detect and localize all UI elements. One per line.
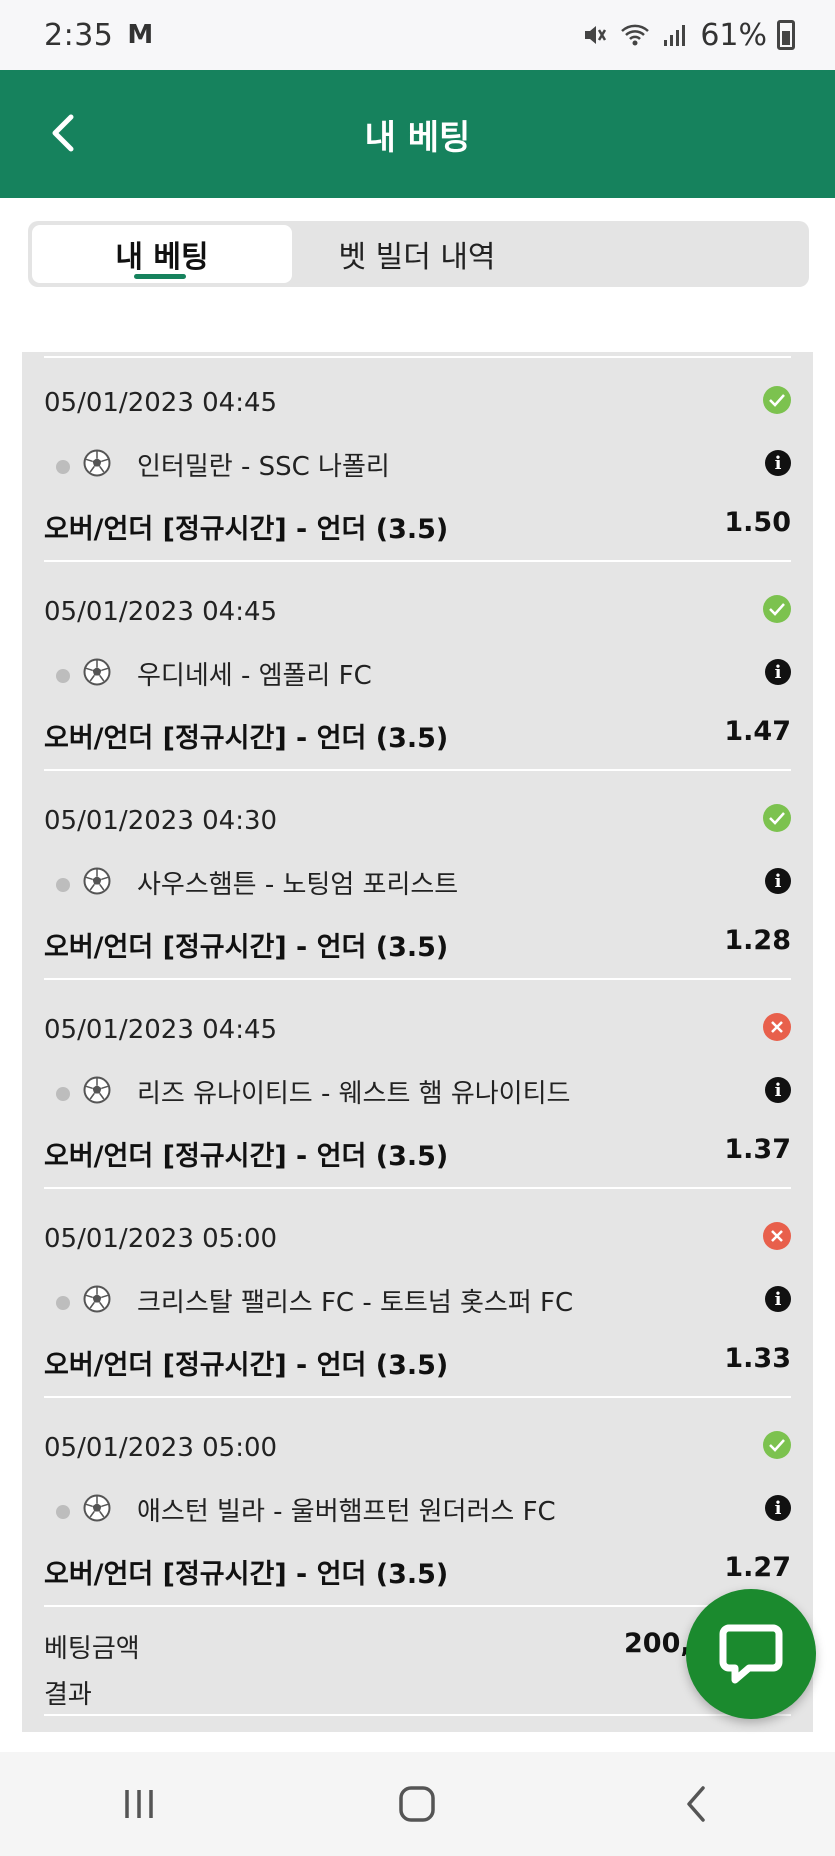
x-icon [763, 1013, 791, 1041]
system-back-button[interactable] [656, 1769, 736, 1839]
bet-odds: 1.33 [724, 1343, 791, 1374]
back-button[interactable] [40, 108, 84, 158]
bet-odds: 1.27 [724, 1552, 791, 1583]
bet-market: 오버/언더 [정규시간] - 언더 (3.5) [44, 514, 449, 545]
soccer-ball-icon [83, 1285, 111, 1313]
chat-bubble-icon [719, 1624, 783, 1684]
check-icon [763, 595, 791, 623]
bet-odds: 1.47 [724, 716, 791, 747]
mute-icon [580, 20, 610, 50]
divider [44, 1714, 791, 1716]
tab-my-bets[interactable]: 내 베팅 [32, 225, 292, 283]
home-icon [399, 1786, 436, 1822]
chevron-left-icon [52, 114, 74, 152]
bet-match: 애스턴 빌라 - 울버햄프턴 원더러스 FC [137, 1497, 556, 1527]
bet-date: 05/01/2023 04:45 [44, 388, 278, 418]
bet-item[interactable]: 05/01/2023 04:30 사우스햄튼 - 노팅엄 포리스트 i 오버/언… [22, 770, 813, 980]
home-button[interactable] [377, 1769, 457, 1839]
bet-odds: 1.50 [724, 507, 791, 538]
recent-apps-icon [125, 1790, 153, 1818]
bet-market: 오버/언더 [정규시간] - 언더 (3.5) [44, 1141, 449, 1172]
live-dot-icon [56, 669, 70, 683]
tab-label: 벳 빌더 내역 [338, 240, 496, 275]
info-icon[interactable]: i [765, 659, 791, 685]
wifi-icon [620, 20, 650, 50]
bet-date: 05/01/2023 04:45 [44, 1015, 278, 1045]
app-header: 내 베팅 [0, 70, 835, 198]
status-icons: 61% [580, 18, 795, 53]
info-icon[interactable]: i [765, 450, 791, 476]
divider [44, 1605, 791, 1607]
bet-market: 오버/언더 [정규시간] - 언더 (3.5) [44, 1559, 449, 1590]
live-dot-icon [56, 460, 70, 474]
bet-item[interactable]: 05/01/2023 04:45 우디네세 - 엠폴리 FC i 오버/언더 [… [22, 561, 813, 771]
battery-icon [777, 20, 795, 50]
check-icon [763, 804, 791, 832]
bet-match: 사우스햄튼 - 노팅엄 포리스트 [137, 870, 459, 900]
x-icon [763, 1222, 791, 1250]
check-icon [763, 1431, 791, 1459]
battery-percent: 61% [700, 17, 767, 53]
signal-icon [660, 20, 690, 50]
info-icon[interactable]: i [765, 1077, 791, 1103]
bet-market: 오버/언더 [정규시간] - 언더 (3.5) [44, 723, 449, 754]
tab-label: 내 베팅 [115, 240, 209, 275]
bet-item[interactable]: 05/01/2023 05:00 애스턴 빌라 - 울버햄프턴 원더러스 FC … [22, 1397, 813, 1607]
bet-match: 리즈 유나이티드 - 웨스트 햄 유나이티드 [137, 1079, 571, 1109]
live-dot-icon [56, 1505, 70, 1519]
soccer-ball-icon [83, 1494, 111, 1522]
status-bar: 2:35 M 61% [0, 0, 835, 70]
bet-match: 인터밀란 - SSC 나폴리 [137, 452, 390, 482]
info-icon[interactable]: i [765, 868, 791, 894]
live-dot-icon [56, 878, 70, 892]
bet-odds: 1.28 [724, 925, 791, 956]
bet-date: 05/01/2023 05:00 [44, 1224, 278, 1254]
soccer-ball-icon [83, 867, 111, 895]
check-icon [763, 386, 791, 414]
recent-apps-button[interactable] [99, 1769, 179, 1839]
result-label: 결과 [44, 1680, 92, 1710]
bet-date: 05/01/2023 05:00 [44, 1433, 278, 1463]
system-nav-bar [0, 1752, 835, 1856]
bet-match: 크리스탈 팰리스 FC - 토트넘 홋스퍼 FC [137, 1288, 574, 1318]
chevron-left-icon [687, 1786, 705, 1822]
bet-odds: 1.37 [724, 1134, 791, 1165]
bet-market: 오버/언더 [정규시간] - 언더 (3.5) [44, 932, 449, 963]
tab-bet-builder-history[interactable]: 벳 빌더 내역 [292, 225, 542, 283]
bet-item[interactable]: 05/01/2023 05:00 크리스탈 팰리스 FC - 토트넘 홋스퍼 F… [22, 1188, 813, 1398]
live-dot-icon [56, 1087, 70, 1101]
info-icon[interactable]: i [765, 1286, 791, 1312]
soccer-ball-icon [83, 449, 111, 477]
info-icon[interactable]: i [765, 1495, 791, 1521]
soccer-ball-icon [83, 1076, 111, 1104]
bet-match: 우디네세 - 엠폴리 FC [137, 661, 372, 691]
live-dot-icon [56, 1296, 70, 1310]
chat-button[interactable] [686, 1589, 816, 1719]
bet-item[interactable]: 05/01/2023 04:45 인터밀란 - SSC 나폴리 i 오버/언더 … [22, 352, 813, 562]
status-time: 2:35 [44, 17, 114, 53]
tab-bar: 내 베팅 벳 빌더 내역 [28, 221, 809, 287]
active-tab-indicator [134, 274, 186, 279]
stake-label: 베팅금액 [44, 1634, 140, 1664]
bet-date: 05/01/2023 04:45 [44, 597, 278, 627]
page-title: 내 베팅 [364, 117, 471, 158]
soccer-ball-icon [83, 658, 111, 686]
bet-list[interactable]: 05/01/2023 04:45 인터밀란 - SSC 나폴리 i 오버/언더 … [22, 352, 813, 1732]
bet-item[interactable]: 05/01/2023 04:45 리즈 유나이티드 - 웨스트 햄 유나이티드 … [22, 979, 813, 1189]
bet-date: 05/01/2023 04:30 [44, 806, 278, 836]
bet-market: 오버/언더 [정규시간] - 언더 (3.5) [44, 1350, 449, 1381]
mail-icon: M [127, 20, 154, 50]
